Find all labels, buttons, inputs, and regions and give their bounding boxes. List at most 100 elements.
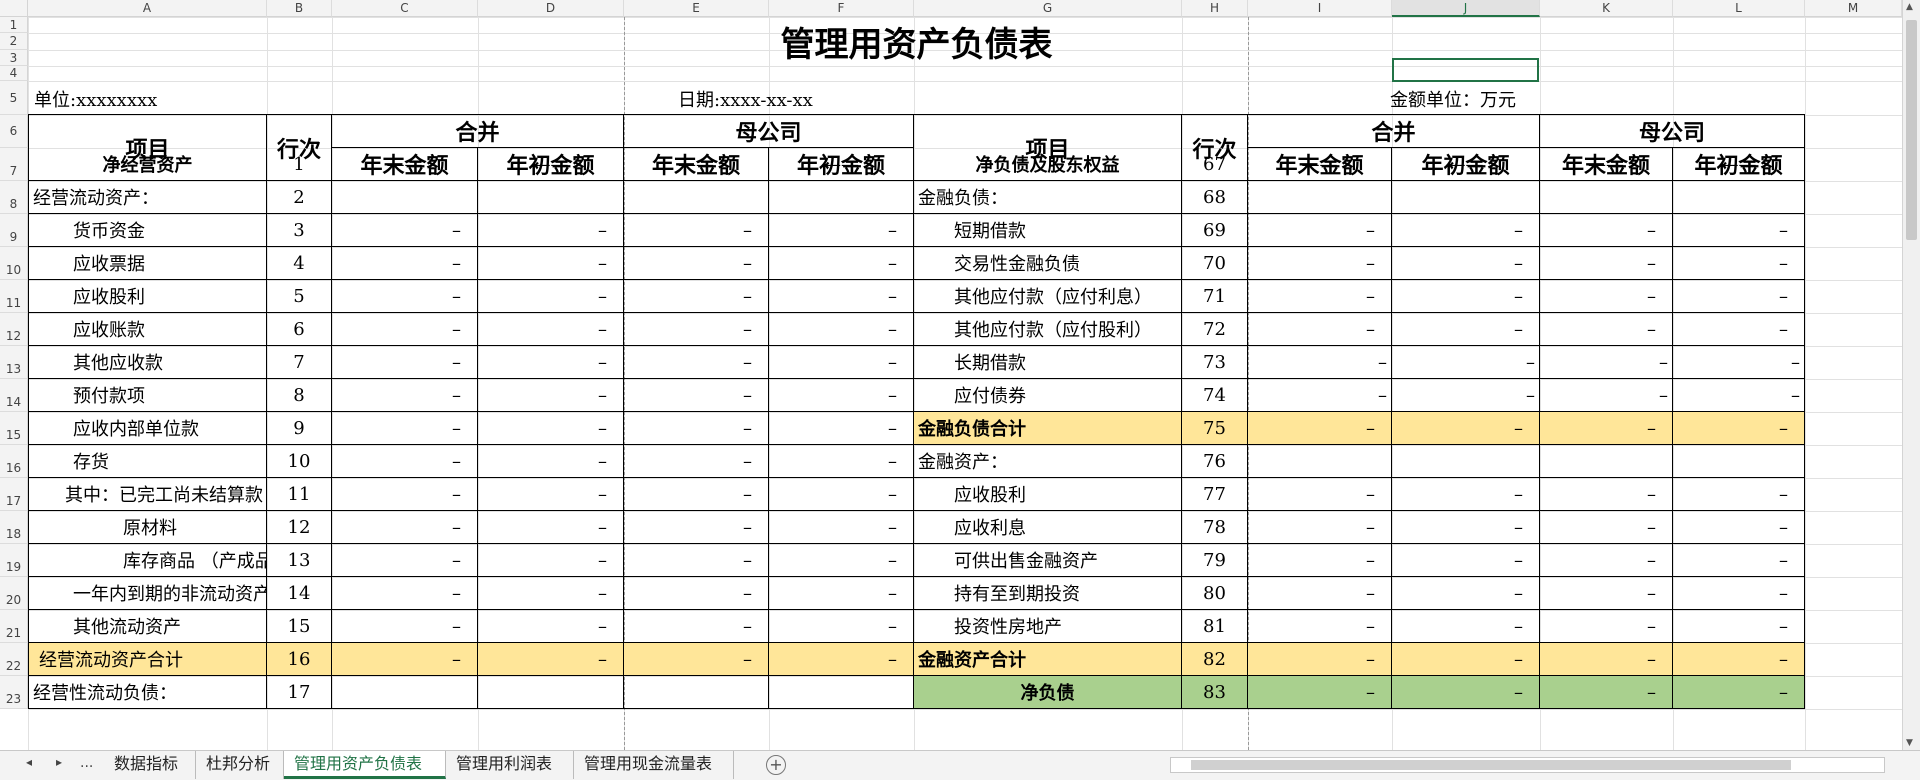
column-header[interactable]: M — [1805, 0, 1902, 17]
tab-more-button[interactable]: ... — [80, 755, 93, 771]
left-amount-cell[interactable]: – — [769, 412, 914, 445]
right-amount-cell[interactable]: – — [1540, 643, 1673, 676]
right-amount-cell[interactable]: – — [1540, 577, 1673, 610]
row-header[interactable]: 9 — [0, 214, 28, 247]
left-amount-cell[interactable]: – — [478, 412, 624, 445]
horizontal-scroll-thumb[interactable] — [1191, 760, 1791, 770]
right-amount-cell[interactable]: – — [1673, 676, 1805, 709]
right-amount-cell[interactable]: – — [1673, 643, 1805, 676]
right-amount-cell[interactable]: – — [1673, 247, 1805, 280]
right-amount-cell[interactable]: – — [1673, 478, 1805, 511]
right-amount-cell[interactable]: – — [1540, 379, 1673, 412]
row-header[interactable]: 2 — [0, 33, 28, 50]
column-header[interactable]: J — [1392, 0, 1540, 17]
right-amount-cell[interactable]: – — [1392, 676, 1540, 709]
left-amount-cell[interactable] — [769, 676, 914, 709]
left-amount-cell[interactable]: – — [624, 247, 769, 280]
left-amount-cell[interactable]: – — [332, 445, 478, 478]
right-amount-cell[interactable]: – — [1540, 478, 1673, 511]
left-amount-cell[interactable]: – — [478, 511, 624, 544]
row-header[interactable]: 16 — [0, 445, 28, 478]
row-header[interactable]: 13 — [0, 346, 28, 379]
column-header[interactable]: E — [624, 0, 769, 17]
right-amount-cell[interactable]: – — [1673, 577, 1805, 610]
sheet-tab[interactable]: 管理用现金流量表 — [574, 751, 734, 779]
row-header[interactable]: 18 — [0, 511, 28, 544]
left-amount-cell[interactable] — [332, 181, 478, 214]
left-amount-cell[interactable] — [478, 676, 624, 709]
left-amount-cell[interactable]: – — [769, 214, 914, 247]
column-header[interactable]: C — [332, 0, 478, 17]
left-amount-cell[interactable]: – — [478, 313, 624, 346]
column-header[interactable]: I — [1248, 0, 1392, 17]
right-amount-cell[interactable]: – — [1673, 610, 1805, 643]
column-header[interactable]: L — [1673, 0, 1805, 17]
row-header[interactable]: 19 — [0, 544, 28, 577]
row-header[interactable]: 17 — [0, 478, 28, 511]
right-amount-cell[interactable]: – — [1248, 544, 1392, 577]
right-amount-cell[interactable]: – — [1248, 247, 1392, 280]
left-amount-cell[interactable]: —— — [332, 148, 478, 181]
left-amount-cell[interactable]: – — [769, 511, 914, 544]
right-amount-cell[interactable]: – — [1540, 313, 1673, 346]
left-amount-cell[interactable]: – — [769, 577, 914, 610]
right-amount-cell[interactable]: – — [1248, 280, 1392, 313]
right-amount-cell[interactable]: – — [1673, 544, 1805, 577]
left-amount-cell[interactable]: – — [769, 346, 914, 379]
right-amount-cell[interactable]: – — [1248, 577, 1392, 610]
tab-next-icon[interactable]: ▸ — [56, 755, 62, 769]
left-amount-cell[interactable]: – — [769, 643, 914, 676]
right-amount-cell[interactable]: – — [1248, 676, 1392, 709]
right-amount-cell[interactable]: – — [1540, 280, 1673, 313]
left-amount-cell[interactable]: – — [332, 478, 478, 511]
row-header[interactable]: 10 — [0, 247, 28, 280]
left-amount-cell[interactable]: – — [478, 478, 624, 511]
sheet-tab[interactable]: 数据指标 — [104, 751, 196, 779]
left-amount-cell[interactable]: – — [624, 346, 769, 379]
vertical-scrollbar[interactable]: ▲ ▼ — [1902, 0, 1920, 750]
left-amount-cell[interactable]: – — [769, 247, 914, 280]
scroll-up-icon[interactable]: ▲ — [1906, 2, 1913, 12]
left-amount-cell[interactable]: – — [769, 313, 914, 346]
row-header[interactable]: 21 — [0, 610, 28, 643]
left-amount-cell[interactable]: – — [624, 445, 769, 478]
row-header[interactable]: 3 — [0, 50, 28, 66]
column-header[interactable]: G — [914, 0, 1182, 17]
row-header[interactable]: 8 — [0, 181, 28, 214]
column-header[interactable]: A — [28, 0, 267, 17]
left-amount-cell[interactable] — [624, 181, 769, 214]
left-amount-cell[interactable]: – — [769, 478, 914, 511]
right-amount-cell[interactable]: – — [1392, 313, 1540, 346]
left-amount-cell[interactable]: – — [332, 280, 478, 313]
right-amount-cell[interactable]: – — [1248, 346, 1392, 379]
left-amount-cell[interactable]: – — [769, 445, 914, 478]
right-amount-cell[interactable]: – — [1540, 511, 1673, 544]
right-amount-cell[interactable]: – — [1392, 643, 1540, 676]
column-header[interactable]: F — [769, 0, 914, 17]
right-amount-cell[interactable] — [1392, 445, 1540, 478]
right-amount-cell[interactable] — [1392, 181, 1540, 214]
right-amount-cell[interactable]: – — [1248, 214, 1392, 247]
right-amount-cell[interactable] — [1673, 181, 1805, 214]
row-header[interactable]: 5 — [0, 81, 28, 115]
left-amount-cell[interactable]: —— — [478, 148, 624, 181]
left-amount-cell[interactable]: – — [478, 247, 624, 280]
right-amount-cell[interactable] — [1540, 181, 1673, 214]
right-amount-cell[interactable]: – — [1392, 280, 1540, 313]
sheet-tab[interactable]: 管理用资产负债表 — [284, 751, 446, 779]
left-amount-cell[interactable]: – — [769, 379, 914, 412]
right-amount-cell[interactable] — [1248, 445, 1392, 478]
row-header[interactable]: 15 — [0, 412, 28, 445]
active-cell-selection[interactable] — [1392, 58, 1539, 82]
right-amount-cell[interactable]: – — [1673, 412, 1805, 445]
right-amount-cell[interactable]: – — [1248, 379, 1392, 412]
spreadsheet-grid[interactable]: ABCDEFGHIJKLM 1 2 3 4 5 6 7 8 9 10 11 12 13 14 15 16 17 1… — [0, 0, 1920, 750]
left-amount-cell[interactable]: – — [478, 610, 624, 643]
row-header[interactable]: 6 — [0, 115, 28, 148]
row-header[interactable]: 23 — [0, 676, 28, 709]
left-amount-cell[interactable]: – — [624, 313, 769, 346]
row-header[interactable]: 11 — [0, 280, 28, 313]
right-amount-cell[interactable]: – — [1392, 577, 1540, 610]
left-amount-cell[interactable]: – — [478, 643, 624, 676]
right-amount-cell[interactable]: – — [1392, 214, 1540, 247]
